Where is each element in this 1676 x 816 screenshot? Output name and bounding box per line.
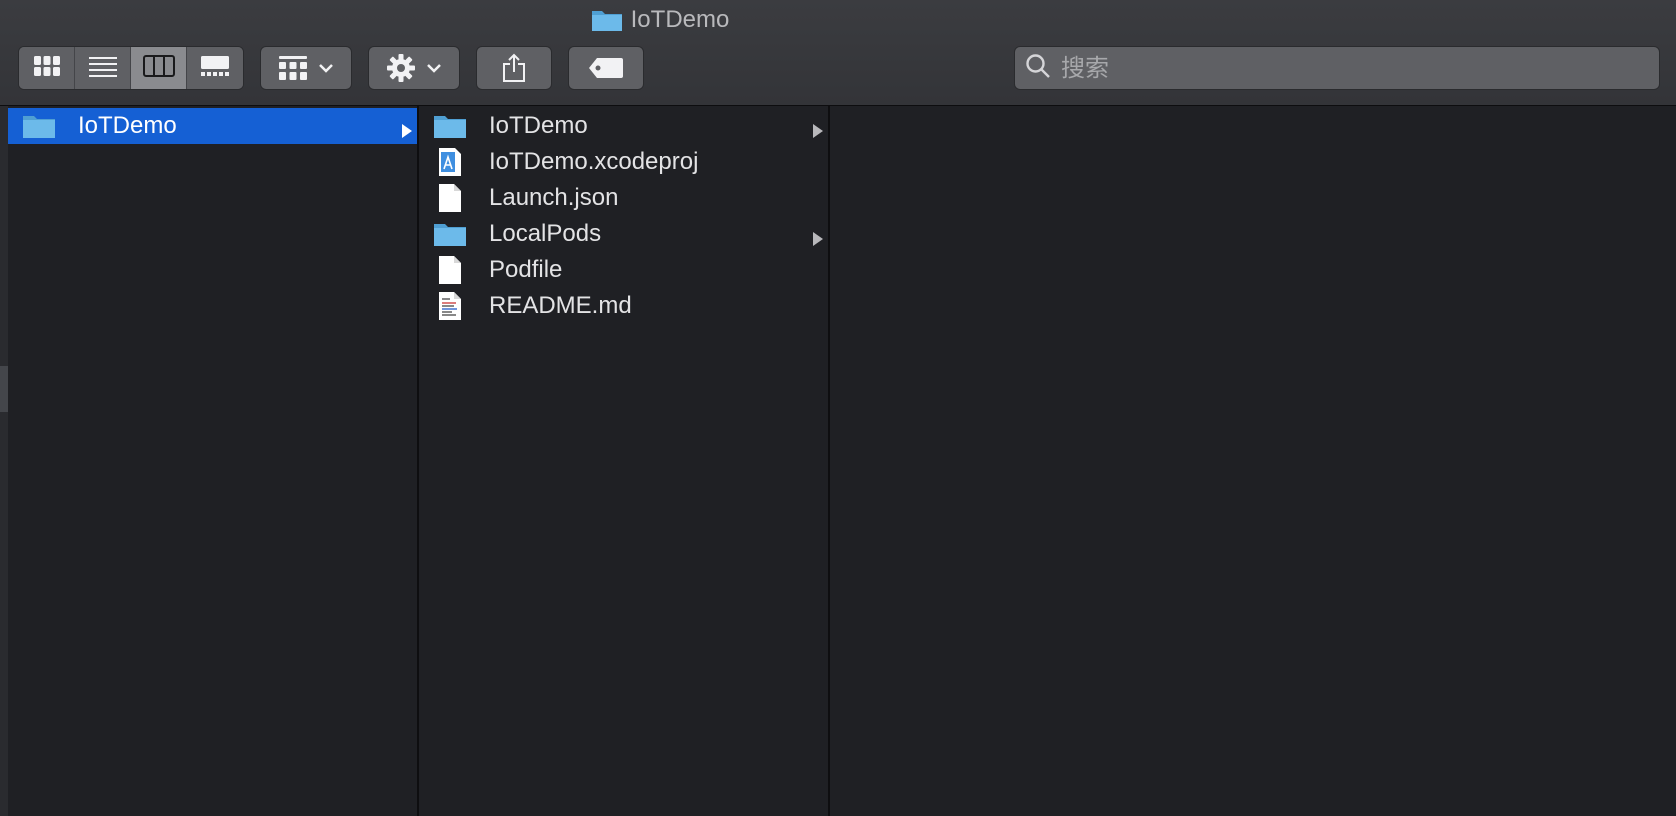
column-browser: IoTDemo IoTDemo IoTDemo.xcodeproj Launch… [0, 106, 1676, 816]
xcode-project-icon [433, 148, 467, 176]
search-icon [1025, 53, 1051, 84]
window-title: IoTDemo [0, 6, 1320, 34]
folder-icon [433, 220, 467, 248]
view-mode-segmented-control [18, 46, 244, 90]
title-bar: IoTDemo [0, 0, 1676, 106]
browser-column-2: IoTDemo IoTDemo.xcodeproj Launch.json Lo… [419, 106, 830, 816]
folder-icon [433, 112, 467, 140]
list-item-readme[interactable]: README.md [419, 288, 828, 324]
document-icon [433, 256, 467, 284]
disclosure-arrow-icon[interactable] [812, 226, 824, 254]
grid-icon [33, 55, 61, 82]
list-icon [88, 55, 118, 82]
list-item-iotdemo-subfolder[interactable]: IoTDemo [419, 108, 828, 144]
disclosure-arrow-icon[interactable] [812, 118, 824, 146]
chevron-down-icon [426, 63, 442, 73]
disclosure-arrow-icon[interactable] [401, 118, 413, 146]
search-input[interactable] [1051, 47, 1659, 89]
folder-icon [591, 8, 623, 32]
list-item-label: Podfile [489, 256, 563, 283]
share-button[interactable] [476, 46, 552, 90]
group-by-icon [278, 55, 308, 81]
list-item-localpods-folder[interactable]: LocalPods [419, 216, 828, 252]
list-item-label: LocalPods [489, 220, 602, 247]
toolbar [18, 46, 644, 90]
browser-column-3 [830, 106, 1676, 816]
list-item-iotdemo-folder[interactable]: IoTDemo [8, 108, 417, 144]
columns-icon [142, 54, 175, 82]
action-menu-button[interactable] [368, 46, 460, 90]
list-item-label: IoTDemo [78, 112, 177, 139]
browser-column-1: IoTDemo [8, 106, 419, 816]
gallery-icon [200, 55, 230, 82]
column-view-button[interactable] [131, 47, 187, 89]
icon-view-button[interactable] [19, 47, 75, 89]
list-item-podfile[interactable]: Podfile [419, 252, 828, 288]
folder-icon [22, 112, 56, 140]
text-document-icon [433, 292, 467, 320]
tag-button[interactable] [568, 46, 644, 90]
list-item-label: Launch.json [489, 184, 619, 211]
list-item-label: IoTDemo [489, 112, 588, 139]
tag-icon [588, 57, 624, 79]
list-item-label: IoTDemo.xcodeproj [489, 148, 699, 175]
list-item-label: README.md [489, 292, 632, 319]
list-view-button[interactable] [75, 47, 131, 89]
gear-icon [386, 53, 416, 83]
document-icon [433, 184, 467, 212]
list-item-xcodeproj[interactable]: IoTDemo.xcodeproj [419, 144, 828, 180]
list-item-launch-json[interactable]: Launch.json [419, 180, 828, 216]
group-by-button[interactable] [260, 46, 352, 90]
window-title-text: IoTDemo [630, 6, 730, 33]
left-scrollbar-track [0, 106, 8, 816]
search-field[interactable] [1014, 46, 1660, 90]
gallery-view-button[interactable] [187, 47, 243, 89]
finder-window: IoTDemo 搜索 IoTDemo IoTDemo IoTDemo.xcode… [0, 0, 1676, 816]
share-icon [502, 53, 526, 83]
chevron-down-icon [318, 63, 334, 73]
left-scrollbar-thumb[interactable] [0, 366, 8, 412]
